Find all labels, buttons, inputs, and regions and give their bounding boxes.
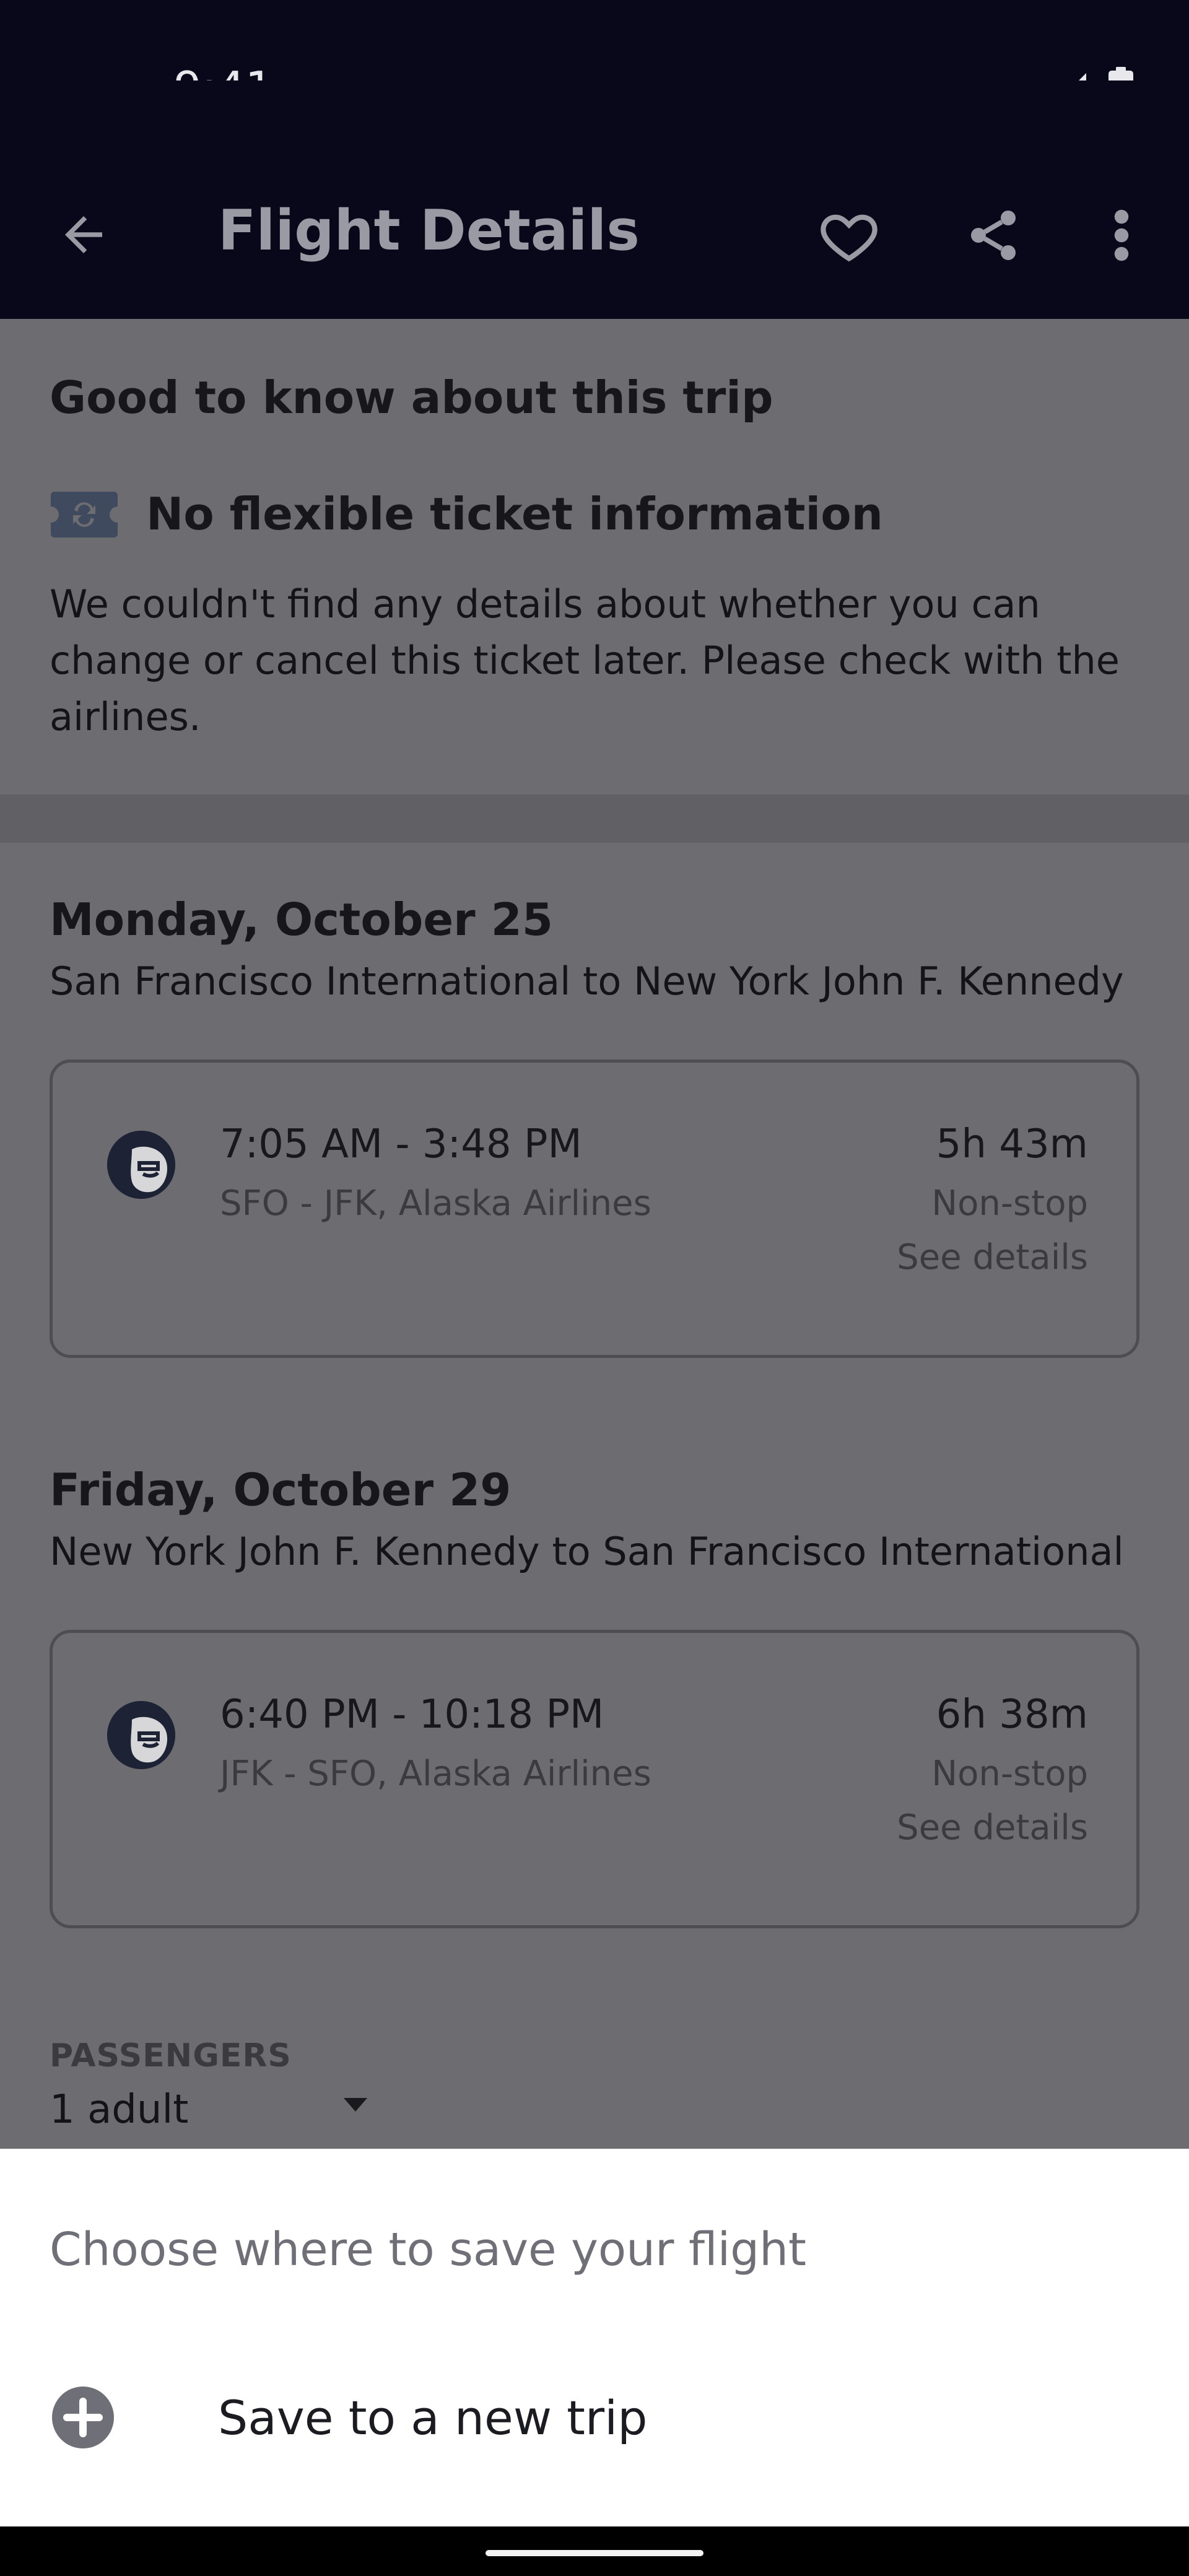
home-gesture-handle[interactable] xyxy=(486,2550,703,2556)
sheet-title: Choose where to save your flight xyxy=(50,2223,807,2276)
more-vert-icon[interactable] xyxy=(1106,204,1137,266)
flight-card[interactable]: 7:05 AM - 3:48 PM SFO - JFK, Alaska Airl… xyxy=(50,1060,1139,1358)
leg-route: San Francisco International to New York … xyxy=(50,959,1124,1004)
alaska-airlines-logo xyxy=(107,1701,175,1769)
flight-duration: 6h 38m xyxy=(936,1692,1088,1738)
see-details-link[interactable]: See details xyxy=(897,1237,1088,1277)
no-flexible-ticket-body: We couldn't find any details about wheth… xyxy=(50,581,1120,739)
flight-card[interactable]: 6:40 PM - 10:18 PM JFK - SFO, Alaska Air… xyxy=(50,1630,1139,1928)
leg-date: Monday, October 25 xyxy=(50,894,553,946)
good-to-know-title: Good to know about this trip xyxy=(50,372,773,424)
leg-route: New York John F. Kennedy to San Francisc… xyxy=(50,1529,1124,1574)
flight-times: 7:05 AM - 3:48 PM xyxy=(220,1121,582,1167)
back-arrow-icon[interactable] xyxy=(56,207,111,263)
save-flight-bottom-sheet xyxy=(0,2149,1189,2526)
section-divider xyxy=(0,794,1189,843)
passengers-label: PASSENGERS xyxy=(50,2037,292,2074)
see-details-link[interactable]: See details xyxy=(897,1808,1088,1848)
leg-date: Friday, October 29 xyxy=(50,1464,512,1516)
ticket-exchange-icon xyxy=(50,489,119,540)
share-icon[interactable] xyxy=(964,204,1023,266)
flight-airports-airline: JFK - SFO, Alaska Airlines xyxy=(220,1754,651,1794)
flight-stops: Non-stop xyxy=(931,1754,1088,1794)
alaska-airlines-logo xyxy=(107,1131,175,1199)
flight-duration: 5h 43m xyxy=(936,1121,1088,1167)
add-circle-icon[interactable] xyxy=(52,2387,114,2448)
chevron-down-icon[interactable] xyxy=(344,2098,367,2112)
no-flexible-ticket-heading: No flexible ticket information xyxy=(146,488,883,540)
flight-airports-airline: SFO - JFK, Alaska Airlines xyxy=(220,1183,651,1224)
heart-icon[interactable] xyxy=(816,204,882,266)
passengers-dropdown[interactable]: 1 adult xyxy=(50,2087,188,2133)
flight-stops: Non-stop xyxy=(931,1183,1088,1224)
flight-times: 6:40 PM - 10:18 PM xyxy=(220,1692,604,1738)
save-to-new-trip-button[interactable]: Save to a new trip xyxy=(218,2390,648,2445)
page-title: Flight Details xyxy=(218,198,640,263)
